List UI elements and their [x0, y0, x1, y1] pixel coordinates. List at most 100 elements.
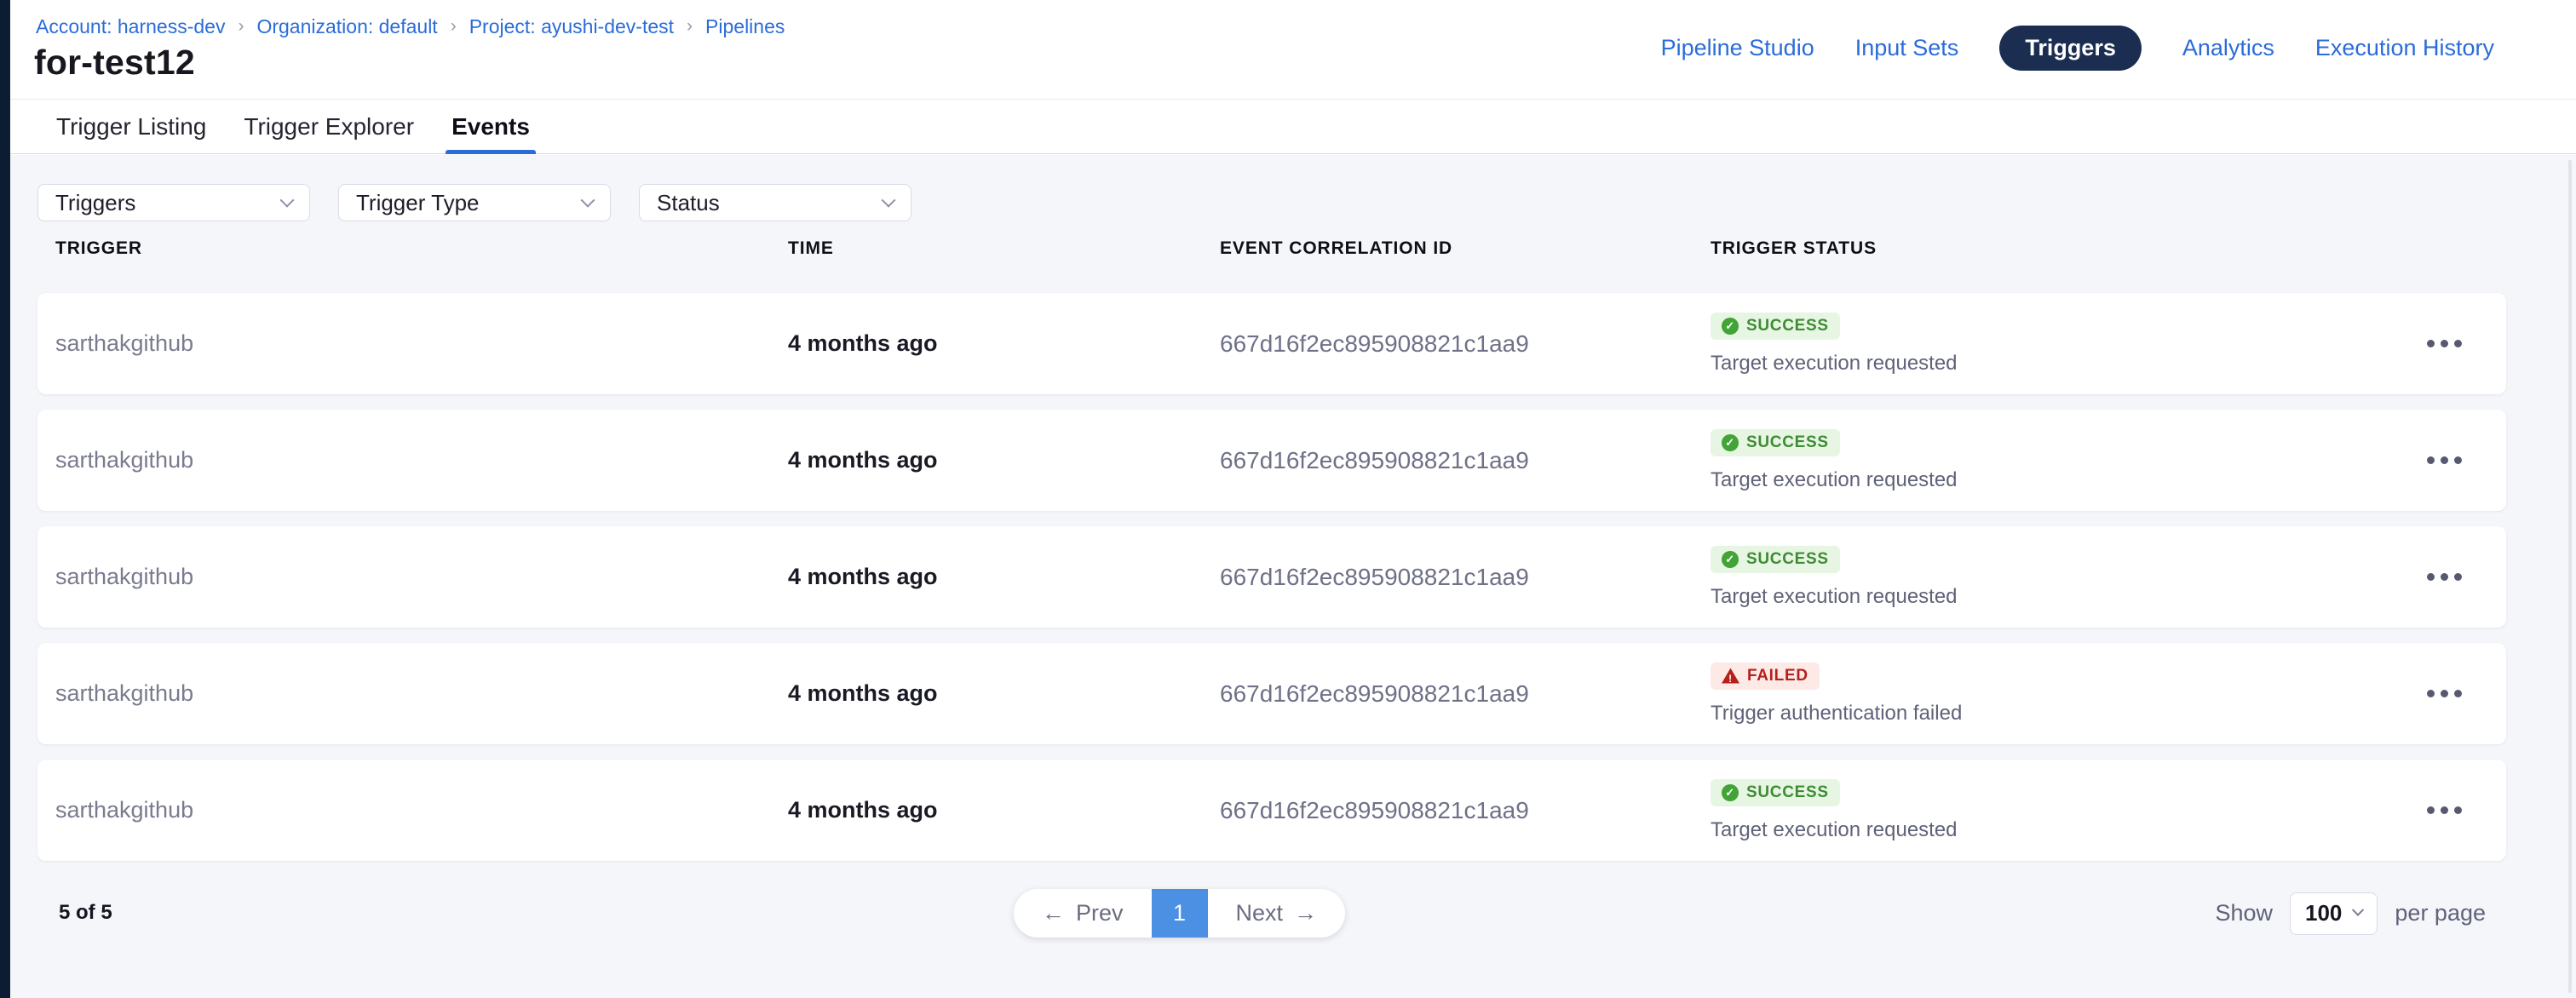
row-menu-button[interactable]	[2395, 806, 2506, 814]
filter-status[interactable]: Status	[639, 184, 911, 221]
trigger-status-cell: ✓ SUCCESS Target execution requested	[1711, 546, 2395, 609]
status-message: Target execution requested	[1711, 352, 1958, 376]
status-badge: ✓ SUCCESS	[1711, 546, 1840, 573]
breadcrumb-separator-icon: ›	[687, 16, 693, 37]
breadcrumb-item-project[interactable]: Project: ayushi-dev-test	[469, 15, 674, 38]
arrow-right-icon: →	[1294, 900, 1317, 926]
app-root: Account: harness-dev › Organization: defau…	[0, 0, 2576, 998]
status-message: Trigger authentication failed	[1711, 702, 1962, 726]
status-badge-label: SUCCESS	[1746, 433, 1829, 452]
column-header-trigger-status: TRIGGER STATUS	[1711, 238, 2395, 259]
table-row: sarthakgithub4 months ago667d16f2ec89590…	[37, 760, 2506, 861]
event-correlation-id: 667d16f2ec895908821c1aa9	[1220, 447, 1711, 474]
nav-input-sets[interactable]: Input Sets	[1855, 26, 1959, 70]
trigger-status-cell: ✓SUCCESSTarget execution requested	[1711, 313, 2395, 376]
dots-menu-icon	[2454, 690, 2462, 697]
dots-menu-icon	[2454, 340, 2462, 347]
breadcrumb-item-account[interactable]: Account: harness-dev	[36, 15, 225, 38]
event-time: 4 months ago	[788, 564, 1220, 590]
table-header: TRIGGERTIMEEVENT CORRELATION IDTRIGGER S…	[37, 238, 2506, 259]
dots-menu-icon	[2427, 806, 2435, 814]
events-table: sarthakgithub4 months ago667d16f2ec89590…	[37, 293, 2506, 876]
chevron-down-icon	[882, 193, 896, 208]
filter-trigger-type[interactable]: Trigger Type	[338, 184, 611, 221]
show-label: Show	[2215, 900, 2273, 926]
table-row: sarthakgithub4 months ago667d16f2ec89590…	[37, 410, 2506, 511]
event-time: 4 months ago	[788, 447, 1220, 473]
table-row: sarthakgithub4 months ago667d16f2ec89590…	[37, 526, 2506, 628]
trigger-status-cell: ✓SUCCESSTarget execution requested	[1711, 779, 2395, 842]
tab-trigger-explorer[interactable]: Trigger Explorer	[244, 100, 414, 153]
breadcrumb-item-pipelines[interactable]: Pipelines	[705, 15, 785, 38]
nav-pipeline-studio[interactable]: Pipeline Studio	[1661, 26, 1814, 70]
event-correlation-id: 667d16f2ec895908821c1aa9	[1220, 797, 1711, 824]
status-badge: !FAILED	[1711, 662, 1820, 690]
scrollbar[interactable]	[2568, 160, 2572, 993]
status-badge-label: SUCCESS	[1746, 550, 1829, 569]
page-title: for-test12	[34, 43, 195, 83]
chevron-down-icon	[2352, 903, 2364, 915]
next-page-button[interactable]: Next →	[1208, 889, 1346, 938]
tab-events[interactable]: Events	[451, 100, 530, 153]
column-header-trigger: TRIGGER	[55, 238, 788, 259]
breadcrumb: Account: harness-dev › Organization: defau…	[36, 15, 785, 38]
status-badge: ✓ SUCCESS	[1711, 429, 1840, 456]
check-circle-icon: ✓	[1722, 784, 1739, 801]
event-correlation-id: 667d16f2ec895908821c1aa9	[1220, 330, 1711, 358]
current-page-button[interactable]: 1	[1152, 889, 1208, 938]
status-message: Target execution requested	[1711, 585, 1958, 609]
breadcrumb-separator-icon: ›	[238, 16, 244, 37]
results-count: 5 of 5	[59, 901, 112, 925]
status-badge-label: SUCCESS	[1746, 783, 1829, 802]
dots-menu-icon	[2454, 573, 2462, 581]
nav-execution-history[interactable]: Execution History	[2315, 26, 2494, 70]
next-label: Next	[1236, 900, 1284, 926]
check-circle-icon: ✓	[1722, 434, 1739, 451]
dots-menu-icon	[2441, 573, 2448, 581]
check-circle-icon: ✓	[1722, 551, 1739, 568]
left-nav-strip[interactable]	[0, 0, 10, 998]
tab-trigger-listing[interactable]: Trigger Listing	[56, 100, 206, 153]
dots-menu-icon	[2427, 340, 2435, 347]
pagination: ← Prev 1 Next →	[1014, 889, 1345, 938]
row-menu-button[interactable]	[2395, 573, 2506, 581]
page-size-select[interactable]: 100	[2290, 892, 2378, 935]
row-menu-button[interactable]	[2395, 690, 2506, 697]
row-menu-button[interactable]	[2395, 456, 2506, 464]
dots-menu-icon	[2441, 456, 2448, 464]
filter-label-status: Status	[657, 190, 720, 216]
event-time: 4 months ago	[788, 680, 1220, 707]
filter-label-trigger-type: Trigger Type	[356, 190, 480, 216]
table-row: sarthakgithub4 months ago667d16f2ec89590…	[37, 293, 2506, 394]
row-menu-button[interactable]	[2395, 340, 2506, 347]
prev-page-button[interactable]: ← Prev	[1014, 889, 1152, 938]
nav-triggers[interactable]: Triggers	[1999, 26, 2142, 71]
event-correlation-id: 667d16f2ec895908821c1aa9	[1220, 680, 1711, 708]
trigger-status-cell: !FAILED Trigger authentication failed	[1711, 662, 2395, 726]
trigger-status-cell: ✓ SUCCESS Target execution requested	[1711, 429, 2395, 492]
content-area: Triggers Trigger Type Status TRIGGERTIMEEV…	[10, 155, 2576, 998]
dots-menu-icon	[2441, 806, 2448, 814]
status-badge-label: FAILED	[1747, 667, 1808, 685]
chevron-down-icon	[280, 193, 295, 208]
filter-triggers[interactable]: Triggers	[37, 184, 310, 221]
page-size-value: 100	[2305, 900, 2342, 926]
trigger-name: sarthakgithub	[55, 797, 788, 823]
trigger-name: sarthakgithub	[55, 330, 788, 357]
filters-row: Triggers Trigger Type Status	[37, 184, 911, 221]
filter-label-triggers: Triggers	[55, 190, 135, 216]
dots-menu-icon	[2441, 340, 2448, 347]
check-circle-icon: ✓	[1722, 318, 1739, 335]
nav-analytics[interactable]: Analytics	[2182, 26, 2274, 70]
column-header-time: TIME	[788, 238, 1220, 259]
dots-menu-icon	[2427, 573, 2435, 581]
arrow-left-icon: ←	[1042, 900, 1065, 926]
trigger-name: sarthakgithub	[55, 564, 788, 590]
breadcrumb-item-organization[interactable]: Organization: default	[256, 15, 437, 38]
status-message: Target execution requested	[1711, 468, 1958, 492]
trigger-name: sarthakgithub	[55, 447, 788, 473]
dots-menu-icon	[2427, 690, 2435, 697]
pipeline-nav: Pipeline Studio Input Sets Triggers Analyti…	[1661, 26, 2494, 71]
dots-menu-icon	[2427, 456, 2435, 464]
event-correlation-id: 667d16f2ec895908821c1aa9	[1220, 564, 1711, 591]
